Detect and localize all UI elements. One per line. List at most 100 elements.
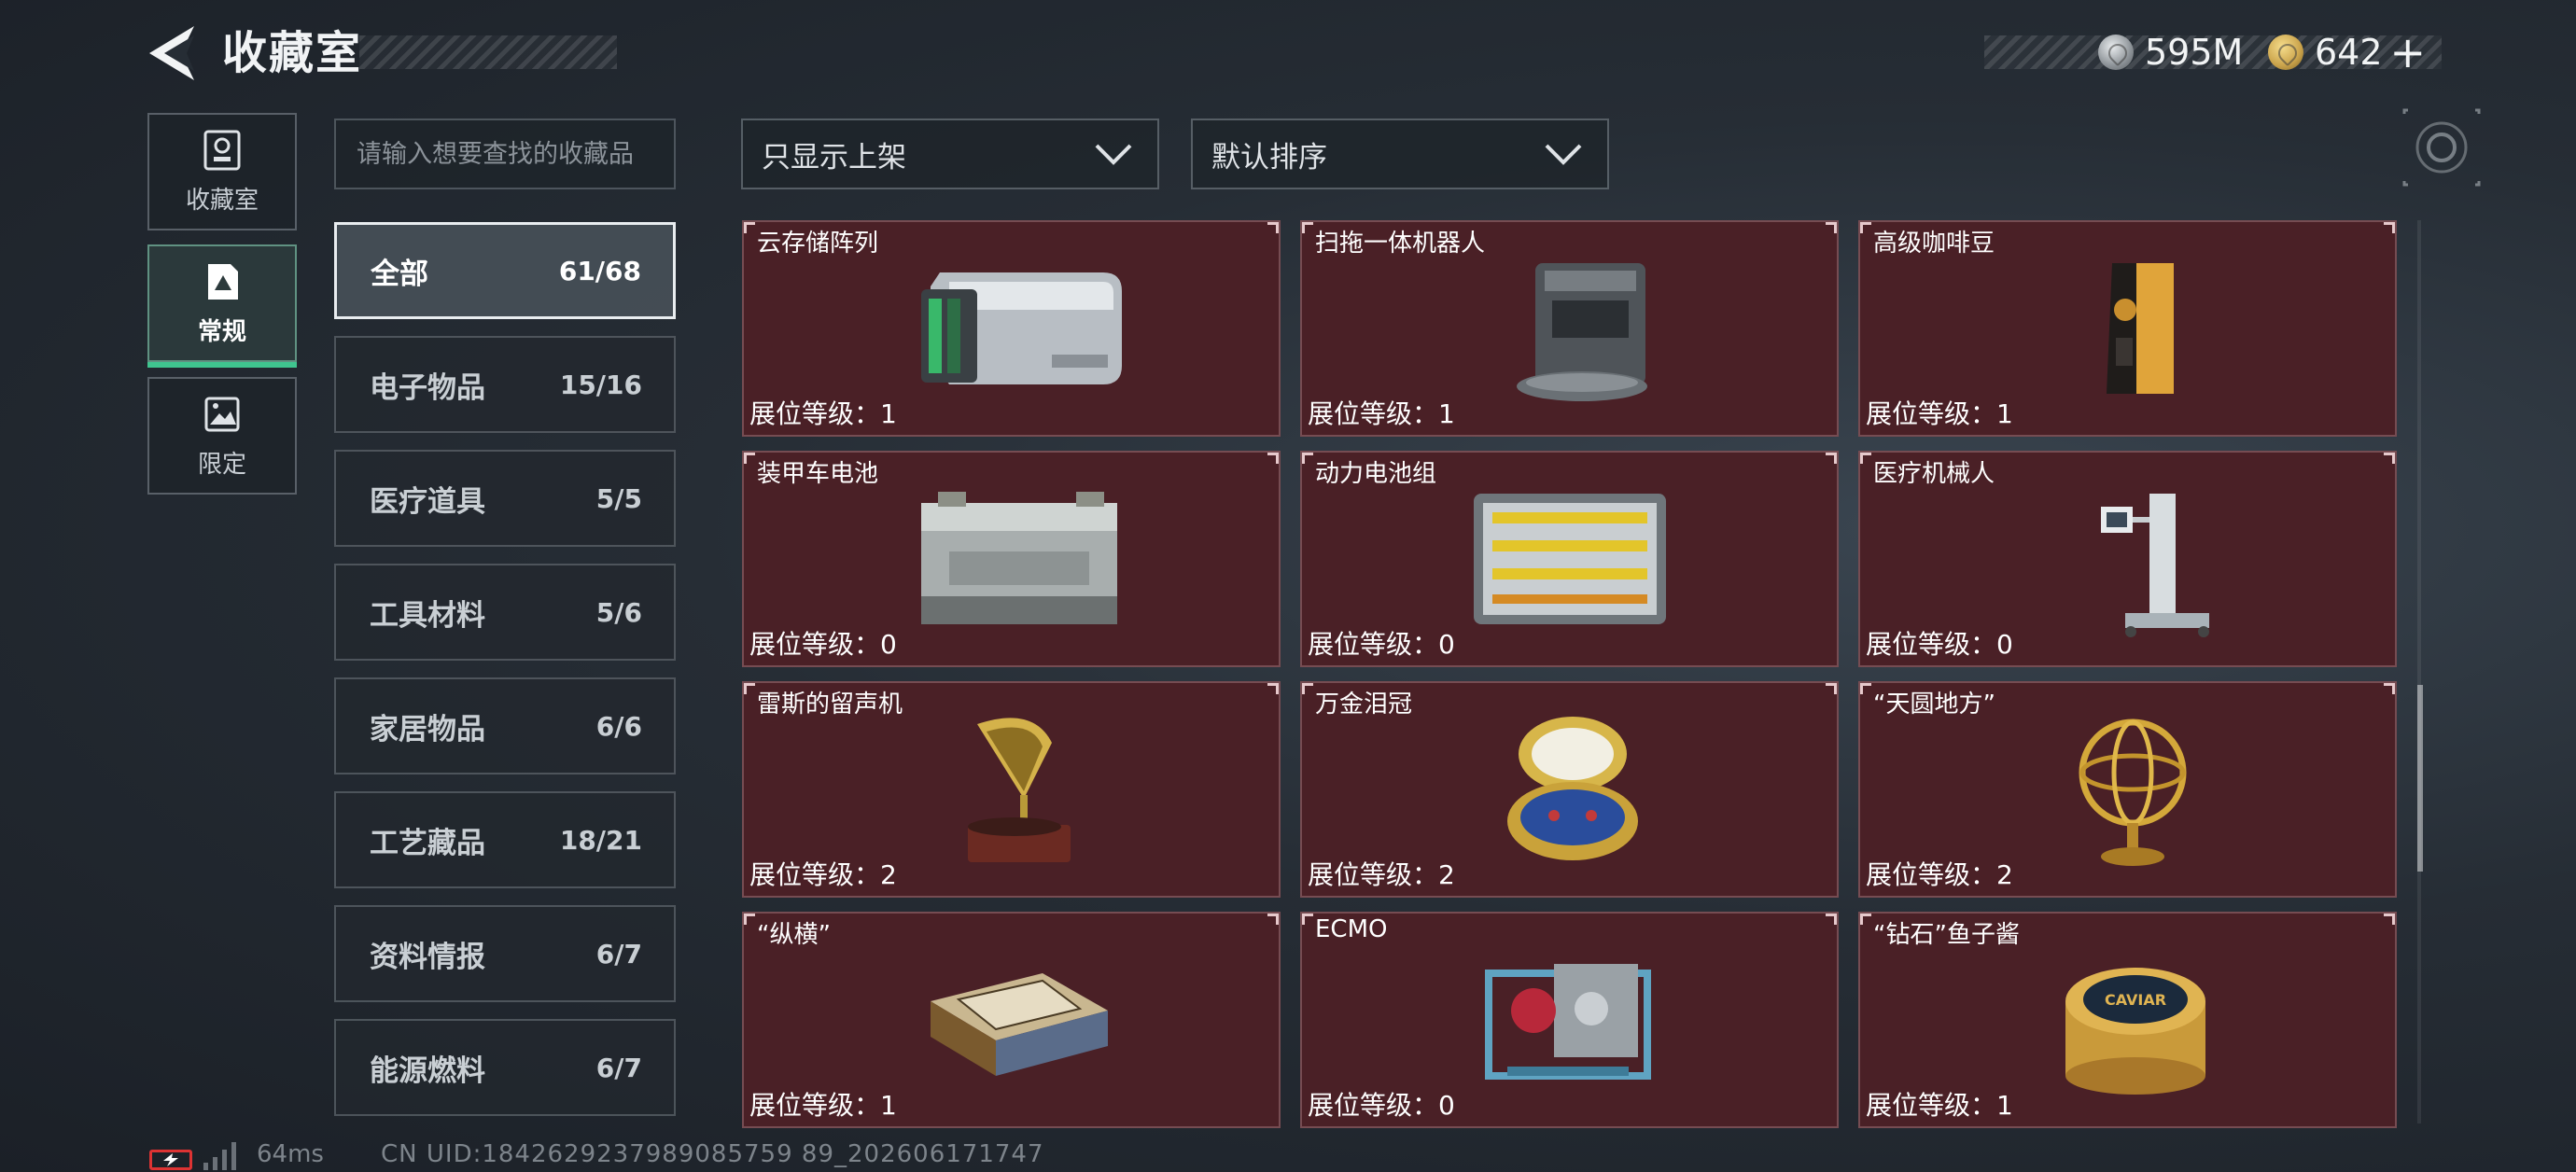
booth-level: 展位等级：1 — [749, 398, 897, 429]
vehicle-battery-icon — [921, 492, 1117, 624]
item-name: 雷斯的留声机 — [757, 691, 903, 719]
back-button[interactable] — [147, 24, 196, 82]
booth-level: 展位等级：0 — [1308, 629, 1455, 660]
shelf-filter-value: 只显示上架 — [762, 140, 906, 174]
category-name: 全部 — [371, 257, 428, 291]
collection-card-armillary-sphere[interactable]: “天圆地方” 展位等级：2 — [1858, 681, 2397, 898]
silver-currency-value: 595M — [2145, 32, 2244, 73]
page-title: 收藏室 — [222, 27, 363, 79]
target-icon[interactable] — [2402, 108, 2481, 187]
add-currency-button[interactable]: + — [2390, 31, 2427, 74]
nav-tab-label: 收藏室 — [185, 186, 259, 215]
collection-card-power-battery-pack[interactable]: 动力电池组 展位等级：0 — [1300, 451, 1839, 667]
item-name: “天圆地方” — [1873, 691, 1995, 719]
category-count: 15/16 — [559, 369, 642, 400]
category-medical[interactable]: 医疗道具 5/5 — [334, 450, 676, 547]
caviar-tin-label: CAVIAR — [2105, 991, 2166, 1009]
booth-level: 展位等级：1 — [1866, 398, 2013, 429]
booth-level: 展位等级：2 — [749, 859, 897, 890]
item-name: 高级咖啡豆 — [1873, 230, 1995, 258]
back-arrow-icon — [149, 26, 194, 80]
collection-card-ecmo[interactable]: ECMO 展位等级：0 — [1300, 912, 1839, 1128]
armillary-sphere-icon — [2079, 719, 2187, 866]
collection-card-premium-coffee-beans[interactable]: 高级咖啡豆 展位等级：1 — [1858, 220, 2397, 437]
category-name: 电子物品 — [370, 370, 485, 405]
collection-card-cloud-storage-array[interactable]: 云存储阵列 展位等级：1 — [742, 220, 1281, 437]
booth-level: 展位等级：1 — [1866, 1090, 2013, 1121]
booth-level: 展位等级：0 — [1866, 629, 2013, 660]
silver-coin-icon — [2098, 35, 2134, 70]
battery-pack-icon — [1474, 494, 1666, 624]
chevron-down-icon — [1545, 144, 1582, 165]
scrollbar-thumb[interactable] — [2417, 685, 2423, 872]
booth-level: 展位等级：2 — [1308, 859, 1455, 890]
gold-currency[interactable]: 642 + — [2268, 26, 2426, 78]
booth-level: 展位等级：1 — [749, 1090, 897, 1121]
nav-tab-label: 限定 — [197, 450, 246, 479]
category-home[interactable]: 家居物品 6/6 — [334, 677, 676, 774]
shelf-filter-dropdown[interactable]: 只显示上架 — [741, 119, 1159, 189]
category-name: 家居物品 — [370, 712, 485, 746]
category-crafts[interactable]: 工艺藏品 18/21 — [334, 791, 676, 888]
collection-card-jeweled-egg[interactable]: 万金泪冠 展位等级：2 — [1300, 681, 1839, 898]
category-count: 18/21 — [559, 824, 642, 856]
sort-dropdown[interactable]: 默认排序 — [1191, 119, 1609, 189]
chess-box-icon — [931, 973, 1108, 1076]
gramophone-icon — [968, 718, 1071, 862]
collection-card-armored-vehicle-battery[interactable]: 装甲车电池 展位等级：0 — [742, 451, 1281, 667]
active-tab-indicator — [147, 362, 297, 368]
category-count: 6/7 — [595, 1052, 642, 1083]
item-name: “纵横” — [757, 921, 831, 949]
robot-vacuum-icon — [1517, 263, 1647, 401]
category-name: 资料情报 — [370, 940, 485, 974]
medical-robot-icon — [2101, 494, 2209, 637]
collection-card-diamond-caviar[interactable]: “钻石”鱼子酱 CAVIAR 展位等级：1 — [1858, 912, 2397, 1128]
caviar-tin-icon: CAVIAR — [2065, 968, 2205, 1095]
nav-tab-regular[interactable]: 常规 — [147, 244, 297, 368]
nav-tab-collection-room[interactable]: 收藏室 — [147, 113, 297, 230]
booth-level: 展位等级：2 — [1866, 859, 2013, 890]
signal-strength-icon — [203, 1140, 236, 1170]
title-stripe-decoration — [359, 35, 617, 69]
category-name: 工具材料 — [370, 598, 485, 633]
trophy-icon — [203, 130, 241, 170]
nav-tab-limited[interactable]: 限定 — [147, 377, 297, 495]
item-name: ECMO — [1315, 915, 1388, 943]
category-name: 医疗道具 — [370, 484, 485, 519]
collection-card-gramophone[interactable]: 雷斯的留声机 展位等级：2 — [742, 681, 1281, 898]
category-count: 61/68 — [558, 255, 641, 286]
category-all[interactable]: 全部 61/68 — [334, 222, 676, 319]
user-uid: CN UID:1842629237989085759 89_2026061717… — [381, 1140, 1044, 1168]
item-name: 装甲车电池 — [757, 460, 879, 488]
category-count: 5/5 — [595, 482, 642, 514]
category-intel[interactable]: 资料情报 6/7 — [334, 905, 676, 1002]
jeweled-egg-icon — [1507, 717, 1638, 860]
item-name: 动力电池组 — [1315, 460, 1437, 488]
server-array-icon — [921, 272, 1122, 384]
category-electronics[interactable]: 电子物品 15/16 — [334, 336, 676, 433]
collection-card-chess-box[interactable]: “纵横” 展位等级：1 — [742, 912, 1281, 1128]
category-count: 5/6 — [595, 596, 642, 628]
gold-coin-icon — [2268, 35, 2303, 70]
booth-level: 展位等级：0 — [1308, 1090, 1455, 1121]
item-name: 医疗机械人 — [1873, 460, 1995, 488]
collection-card-medical-robot[interactable]: 医疗机械人 展位等级：0 — [1858, 451, 2397, 667]
scrollbar-track[interactable] — [2417, 220, 2421, 1123]
nav-tab-label: 常规 — [197, 317, 246, 346]
image-icon — [204, 397, 240, 431]
gold-currency-value: 642 — [2315, 32, 2383, 73]
item-name: 万金泪冠 — [1315, 691, 1413, 719]
category-count: 6/7 — [595, 938, 642, 970]
collection-card-robot-vacuum[interactable]: 扫拖一体机器人 展位等级：1 — [1300, 220, 1839, 437]
category-name: 能源燃料 — [370, 1053, 485, 1088]
sort-value: 默认排序 — [1211, 140, 1327, 174]
category-energy[interactable]: 能源燃料 6/7 — [334, 1019, 676, 1116]
silver-currency: 595M — [2098, 26, 2243, 78]
coffee-bag-icon — [2107, 263, 2174, 394]
category-count: 6/6 — [595, 710, 642, 742]
ecmo-machine-icon — [1485, 964, 1651, 1080]
booth-level: 展位等级：1 — [1308, 398, 1455, 429]
search-input[interactable] — [334, 119, 676, 189]
booth-level: 展位等级：0 — [749, 629, 897, 660]
category-tools[interactable]: 工具材料 5/6 — [334, 564, 676, 661]
